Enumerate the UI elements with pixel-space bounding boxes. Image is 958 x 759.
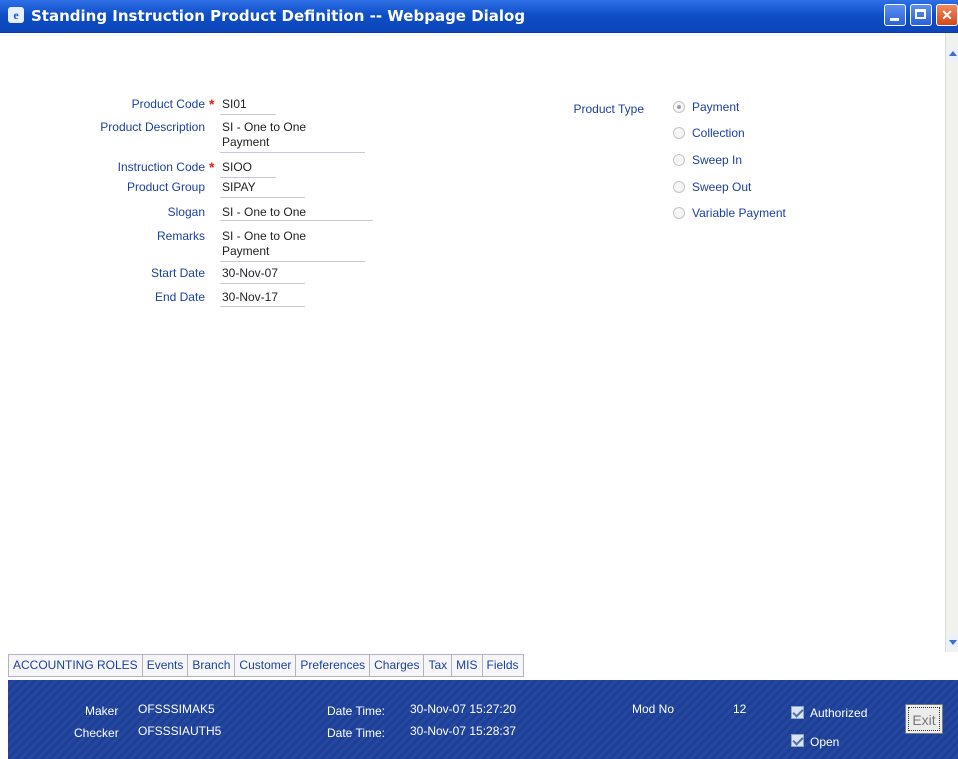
tab-tax[interactable]: Tax bbox=[424, 654, 453, 677]
radio-variable-payment-label[interactable]: Variable Payment bbox=[692, 206, 786, 220]
product-description-underline bbox=[220, 152, 365, 153]
product-description-line2[interactable]: Payment bbox=[222, 135, 269, 149]
vertical-scrollbar[interactable] bbox=[945, 33, 958, 652]
tab-preferences[interactable]: Preferences bbox=[296, 654, 371, 677]
tab-mis[interactable]: MIS bbox=[452, 654, 483, 677]
tab-branch[interactable]: Branch bbox=[188, 654, 236, 677]
maker-datetime-label: Date Time: bbox=[327, 704, 386, 718]
instruction-code-field[interactable]: SIOO bbox=[222, 160, 252, 174]
slogan-underline bbox=[220, 220, 373, 221]
instruction-code-underline bbox=[220, 177, 276, 178]
tab-customer[interactable]: Customer bbox=[235, 654, 297, 677]
checker-datetime-label: Date Time: bbox=[327, 726, 386, 740]
remarks-label: Remarks bbox=[156, 229, 205, 243]
radio-sweep-in[interactable] bbox=[673, 154, 685, 166]
tab-charges[interactable]: Charges bbox=[370, 654, 425, 677]
tab-events[interactable]: Events bbox=[142, 654, 189, 677]
authorized-label: Authorized bbox=[810, 706, 868, 720]
start-date-label: Start Date bbox=[150, 266, 205, 280]
checker-value: OFSSSIAUTH5 bbox=[138, 724, 222, 738]
scroll-up-icon[interactable] bbox=[947, 47, 958, 61]
product-description-line1[interactable]: SI - One to One bbox=[222, 120, 306, 134]
radio-sweep-in-label[interactable]: Sweep In bbox=[692, 153, 742, 167]
open-checkbox[interactable] bbox=[791, 734, 804, 747]
maximize-button[interactable] bbox=[910, 4, 932, 26]
tab-fields[interactable]: Fields bbox=[482, 654, 524, 677]
title-bar: e Standing Instruction Product Definitio… bbox=[0, 0, 958, 33]
minimize-icon bbox=[885, 5, 905, 25]
authorized-checkbox[interactable] bbox=[791, 706, 804, 719]
product-group-label: Product Group bbox=[126, 180, 205, 194]
radio-sweep-out-label[interactable]: Sweep Out bbox=[692, 180, 751, 194]
sub-screen-tabs: ACCOUNTING ROLES Events Branch Customer … bbox=[8, 654, 524, 677]
checker-datetime-value: 30-Nov-07 15:28:37 bbox=[410, 724, 517, 738]
close-icon: ✕ bbox=[941, 7, 953, 23]
mod-no-value: 12 bbox=[733, 702, 747, 716]
end-date-field[interactable]: 30-Nov-17 bbox=[222, 290, 278, 304]
close-button[interactable]: ✕ bbox=[936, 4, 958, 26]
remarks-underline bbox=[220, 261, 365, 262]
radio-variable-payment[interactable] bbox=[673, 207, 685, 219]
start-date-field[interactable]: 30-Nov-07 bbox=[222, 266, 278, 280]
mod-no-label: Mod No bbox=[632, 702, 675, 716]
checker-label: Checker bbox=[74, 726, 119, 740]
product-group-field[interactable]: SIPAY bbox=[222, 180, 256, 194]
remarks-line2[interactable]: Payment bbox=[222, 244, 269, 258]
required-marker: * bbox=[209, 159, 215, 175]
end-date-label: End Date bbox=[154, 290, 205, 304]
radio-payment[interactable] bbox=[673, 101, 685, 113]
required-marker: * bbox=[209, 96, 215, 112]
product-code-field[interactable]: SI01 bbox=[222, 97, 247, 111]
slogan-field[interactable]: SI - One to One bbox=[222, 205, 306, 219]
slogan-label: Slogan bbox=[167, 205, 205, 219]
start-date-underline bbox=[220, 283, 305, 284]
minimize-button[interactable] bbox=[884, 4, 906, 26]
radio-sweep-out[interactable] bbox=[673, 181, 685, 193]
product-code-underline bbox=[220, 114, 276, 115]
product-type-label: Product Type bbox=[573, 102, 645, 116]
maximize-icon bbox=[911, 5, 931, 25]
exit-button[interactable]: Exit bbox=[905, 704, 943, 734]
maker-label: Maker bbox=[85, 704, 119, 718]
instruction-code-label: Instruction Code bbox=[117, 160, 205, 174]
window-title: Standing Instruction Product Definition … bbox=[31, 7, 526, 25]
radio-collection[interactable] bbox=[673, 127, 685, 139]
product-description-label: Product Description bbox=[100, 120, 205, 134]
tab-accounting-roles[interactable]: ACCOUNTING ROLES bbox=[8, 654, 143, 677]
open-label: Open bbox=[810, 735, 840, 749]
product-group-underline bbox=[220, 197, 305, 198]
ie-icon: e bbox=[8, 7, 24, 23]
radio-payment-label[interactable]: Payment bbox=[692, 100, 739, 114]
scroll-down-icon[interactable] bbox=[947, 635, 958, 649]
end-date-underline bbox=[220, 306, 305, 307]
remarks-line1[interactable]: SI - One to One bbox=[222, 229, 306, 243]
radio-collection-label[interactable]: Collection bbox=[692, 126, 745, 140]
maker-value: OFSSSIMAK5 bbox=[138, 702, 215, 716]
product-code-label: Product Code bbox=[131, 97, 205, 111]
maker-datetime-value: 30-Nov-07 15:27:20 bbox=[410, 702, 517, 716]
